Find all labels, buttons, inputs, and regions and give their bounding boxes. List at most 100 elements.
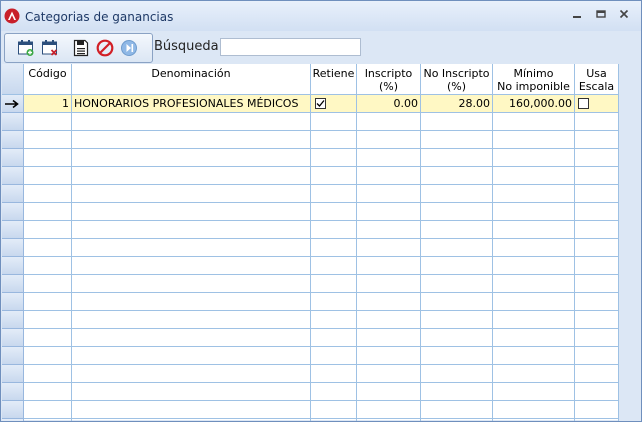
cell-inscripto[interactable] [357,383,421,401]
cell-codigo[interactable] [24,347,72,365]
cell-usa-escala[interactable] [575,293,619,311]
cell-denominacion[interactable] [72,221,311,239]
cell-usa-escala[interactable] [575,329,619,347]
save-button[interactable] [72,39,90,57]
cell-no-inscripto[interactable] [421,293,493,311]
cell-usa-escala[interactable] [575,149,619,167]
vertical-scroll-area[interactable] [619,64,641,420]
cell-retiene[interactable] [311,329,357,347]
cell-denominacion[interactable] [72,293,311,311]
cell-usa-escala[interactable] [575,347,619,365]
cell-no-inscripto[interactable]: 28.00 [421,95,493,113]
close-button[interactable] [615,7,633,23]
cell-denominacion[interactable]: HONORARIOS PROFESIONALES MÉDICOS [72,95,311,113]
cell-codigo[interactable] [24,401,72,419]
cell-retiene[interactable] [311,131,357,149]
cell-usa-escala[interactable] [575,401,619,419]
cell-minimo[interactable] [493,257,575,275]
cell-inscripto[interactable] [357,365,421,383]
cell-retiene[interactable] [311,347,357,365]
cell-minimo[interactable] [493,365,575,383]
cell-inscripto[interactable] [357,347,421,365]
cell-codigo[interactable] [24,293,72,311]
cell-retiene[interactable] [311,203,357,221]
cell-minimo[interactable] [493,347,575,365]
next-button[interactable] [120,39,138,57]
cell-no-inscripto[interactable] [421,347,493,365]
cell-inscripto[interactable] [357,401,421,419]
cell-inscripto[interactable] [357,203,421,221]
cell-no-inscripto[interactable] [421,221,493,239]
cell-retiene[interactable] [311,149,357,167]
cell-codigo[interactable] [24,203,72,221]
cell-retiene[interactable] [311,293,357,311]
cell-retiene[interactable] [311,167,357,185]
cell-no-inscripto[interactable] [421,185,493,203]
cell-no-inscripto[interactable] [421,149,493,167]
row-indicator[interactable] [2,347,24,365]
row-indicator[interactable] [2,293,24,311]
row-indicator[interactable] [2,275,24,293]
cell-codigo[interactable] [24,167,72,185]
row-indicator[interactable] [2,257,24,275]
cell-denominacion[interactable] [72,311,311,329]
cell-denominacion[interactable] [72,113,311,131]
cell-usa-escala[interactable] [575,275,619,293]
header-denominacion[interactable]: Denominación [72,64,311,95]
cell-minimo[interactable] [493,221,575,239]
cell-no-inscripto[interactable] [421,311,493,329]
cell-inscripto[interactable] [357,113,421,131]
cell-codigo[interactable] [24,275,72,293]
cell-inscripto[interactable] [357,239,421,257]
cell-denominacion[interactable] [72,329,311,347]
cell-codigo[interactable] [24,221,72,239]
header-codigo[interactable]: Código [24,64,72,95]
cell-retiene[interactable] [311,257,357,275]
cell-inscripto[interactable] [357,167,421,185]
cell-denominacion[interactable] [72,257,311,275]
cell-usa-escala[interactable] [575,257,619,275]
cell-retiene[interactable] [311,401,357,419]
cell-codigo[interactable] [24,311,72,329]
cell-no-inscripto[interactable] [421,203,493,221]
cell-minimo[interactable] [493,311,575,329]
cell-minimo[interactable] [493,401,575,419]
cell-denominacion[interactable] [72,131,311,149]
cell-codigo[interactable] [24,149,72,167]
row-indicator[interactable] [2,329,24,347]
row-indicator[interactable] [2,203,24,221]
row-indicator[interactable] [2,401,24,419]
cell-denominacion[interactable] [72,347,311,365]
cell-minimo[interactable] [493,293,575,311]
row-indicator[interactable] [2,149,24,167]
header-usa-escala[interactable]: Usa Escala [575,64,619,95]
cell-usa-escala[interactable] [575,113,619,131]
row-indicator[interactable] [2,239,24,257]
cell-usa-escala[interactable] [575,365,619,383]
cell-denominacion[interactable] [72,203,311,221]
cell-inscripto[interactable]: 0.00 [357,95,421,113]
cell-minimo[interactable] [493,149,575,167]
cell-codigo[interactable] [24,365,72,383]
cell-minimo[interactable] [493,239,575,257]
row-indicator[interactable] [2,113,24,131]
cell-minimo[interactable] [493,329,575,347]
cell-no-inscripto[interactable] [421,401,493,419]
retiene-checkbox[interactable] [315,98,326,109]
cell-no-inscripto[interactable] [421,113,493,131]
cell-no-inscripto[interactable] [421,239,493,257]
cell-inscripto[interactable] [357,221,421,239]
cell-retiene[interactable] [311,383,357,401]
cell-retiene[interactable] [311,113,357,131]
cell-codigo[interactable] [24,257,72,275]
cell-no-inscripto[interactable] [421,275,493,293]
cell-minimo[interactable] [493,383,575,401]
cell-minimo[interactable] [493,185,575,203]
cell-no-inscripto[interactable] [421,365,493,383]
cell-no-inscripto[interactable] [421,383,493,401]
cell-usa-escala[interactable] [575,311,619,329]
row-indicator[interactable] [2,383,24,401]
cell-inscripto[interactable] [357,257,421,275]
cell-codigo[interactable] [24,113,72,131]
cell-usa-escala[interactable] [575,95,619,113]
